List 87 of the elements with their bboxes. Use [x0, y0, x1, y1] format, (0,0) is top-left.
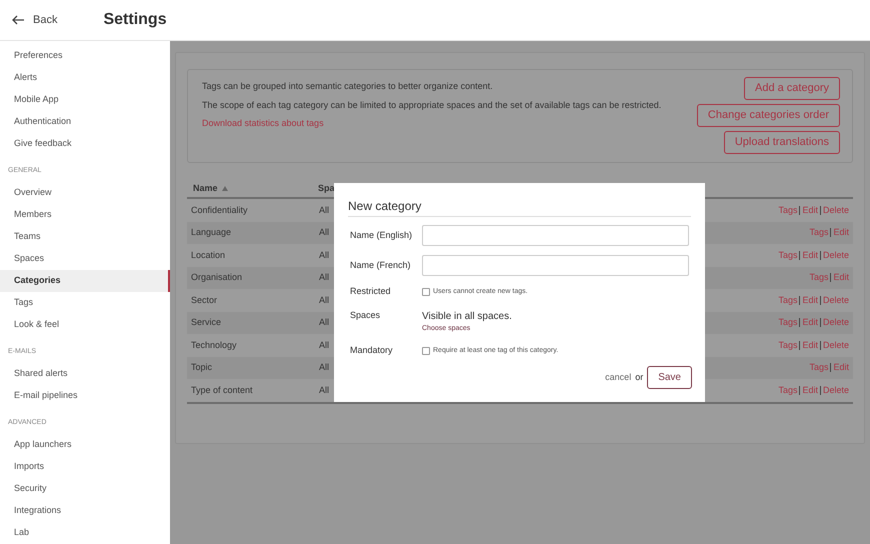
spaces-text: Visible in all spaces.: [422, 310, 512, 324]
sort-icon: [222, 186, 228, 191]
row-action-link[interactable]: Edit: [833, 226, 849, 240]
table-cell-text: Confidentiality: [191, 204, 249, 217]
sidebar-item[interactable]: App launchers: [0, 434, 170, 456]
table-cell-text: All: [319, 361, 330, 374]
row-action-link[interactable]: Delete: [822, 316, 849, 330]
row-action-link[interactable]: Edit: [802, 294, 818, 307]
row-action-link[interactable]: Edit: [802, 384, 818, 397]
checkbox[interactable]: [422, 347, 430, 356]
sidebar-item[interactable]: E-mail pipelines: [0, 385, 170, 407]
sidebar-item[interactable]: Authentication: [0, 111, 170, 133]
table-cell-text: Technology: [191, 338, 238, 352]
cancel-link[interactable]: cancel: [605, 370, 632, 384]
page-title: Settings: [103, 10, 167, 30]
table-cell-text: All: [319, 338, 330, 352]
sidebar-item[interactable]: Preferences: [0, 45, 170, 67]
or-text: or: [635, 370, 644, 384]
row-action-link[interactable]: Tags: [809, 361, 828, 374]
sidebar-item[interactable]: Security: [0, 478, 170, 500]
row-action-link[interactable]: Delete: [822, 248, 849, 262]
text-input[interactable]: [422, 255, 689, 276]
sidebar-item[interactable]: Look & feel: [0, 314, 170, 336]
sidebar-item[interactable]: Teams: [0, 226, 170, 248]
table-cell-text: All: [319, 226, 330, 239]
column-header[interactable]: Name: [193, 182, 318, 196]
download-link[interactable]: Download statistics about tags: [202, 117, 662, 130]
sidebar-item[interactable]: Members: [0, 204, 170, 226]
row-action-link[interactable]: Tags: [778, 384, 798, 397]
table-cell-text: Language: [191, 226, 232, 239]
table-cell-text: Organisation: [191, 271, 244, 284]
row-action-link[interactable]: Tags: [809, 226, 828, 240]
save-button[interactable]: Save: [647, 366, 692, 389]
row-action-link[interactable]: Tags: [778, 248, 798, 262]
row-action-link[interactable]: Delete: [822, 338, 849, 352]
row-action-link[interactable]: Edit: [833, 361, 849, 374]
field-label: Spaces: [350, 308, 382, 322]
dialog-title: New category: [348, 197, 691, 217]
table-cell-text: Location: [191, 248, 226, 262]
table-cell-text: All: [319, 271, 330, 284]
sidebar-item[interactable]: Tags: [0, 292, 170, 314]
text-input[interactable]: [422, 225, 689, 246]
action-button[interactable]: Change categories order: [696, 104, 840, 127]
field-label: Mandatory: [350, 344, 394, 357]
row-action-link[interactable]: Tags: [778, 338, 798, 352]
sidebar-item[interactable]: Integrations: [0, 500, 170, 522]
row-action-link[interactable]: Delete: [822, 204, 849, 217]
field-label: Name (French): [350, 258, 412, 272]
sidebar-item[interactable]: Give feedback: [0, 133, 170, 155]
sidebar-item[interactable]: Categories: [0, 270, 170, 292]
sidebar-item[interactable]: Alerts: [0, 67, 170, 89]
sidebar-item[interactable]: Mobile App: [0, 89, 170, 111]
row-action-link[interactable]: Tags: [778, 316, 798, 330]
intro-text: Tags can be grouped into semantic categories to better organize content.: [202, 80, 494, 93]
sidebar-item[interactable]: Spaces: [0, 248, 170, 270]
row-action-link[interactable]: Edit: [802, 338, 818, 352]
row-action-link[interactable]: Edit: [802, 316, 818, 330]
table-cell-text: All: [319, 204, 330, 216]
row-action-link[interactable]: Delete: [822, 384, 849, 397]
table-cell-text: All: [319, 294, 330, 306]
action-button[interactable]: Upload translations: [724, 131, 840, 154]
sidebar-item[interactable]: Shared alerts: [0, 363, 170, 385]
sidebar-item[interactable]: Lab: [0, 522, 170, 544]
row-action-link[interactable]: Delete: [822, 294, 849, 307]
row-action-link[interactable]: Tags: [809, 271, 828, 284]
row-action-link[interactable]: Edit: [802, 204, 818, 217]
action-button[interactable]: Add a category: [744, 77, 840, 100]
intro-text: The scope of each tag category can be limited to appropriate spaces and the set of available tags can be restricted.: [202, 98, 662, 112]
arrow-left-icon: [12, 15, 25, 25]
row-action-link[interactable]: Tags: [778, 204, 798, 217]
table-cell-text: Type of content: [191, 384, 254, 397]
sidebar-item[interactable]: Overview: [0, 182, 170, 204]
field-label: Restricted: [350, 285, 392, 298]
table-cell-text: All: [319, 316, 330, 329]
table-cell-text: Sector: [191, 294, 218, 306]
row-action-link[interactable]: Tags: [778, 294, 798, 307]
row-action-link[interactable]: Edit: [802, 248, 818, 262]
sidebar-item[interactable]: Imports: [0, 456, 170, 478]
table-cell-text: Service: [191, 316, 222, 329]
table-cell-text: Topic: [191, 361, 214, 374]
row-action-link[interactable]: Edit: [833, 271, 849, 284]
checkbox[interactable]: [422, 288, 430, 296]
table-cell-text: All: [319, 248, 330, 262]
field-label: Name (English): [350, 228, 414, 242]
table-cell-text: All: [319, 384, 330, 396]
back-button[interactable]: Back: [12, 12, 58, 28]
column-header[interactable]: Spa: [318, 182, 335, 196]
